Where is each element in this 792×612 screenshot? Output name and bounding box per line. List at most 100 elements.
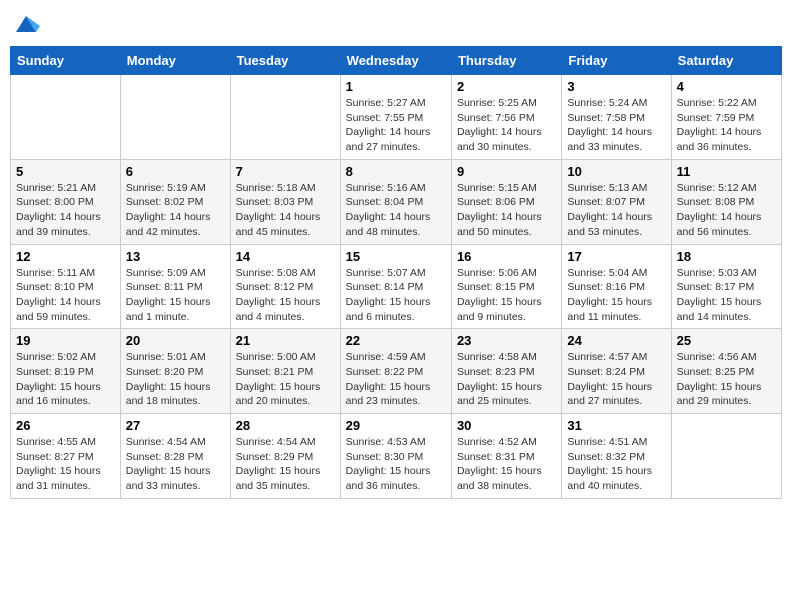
day-info: Sunrise: 5:12 AM Sunset: 8:08 PM Dayligh… [677, 181, 776, 240]
calendar-week-row: 19 Sunrise: 5:02 AM Sunset: 8:19 PM Dayli… [11, 329, 782, 414]
day-info: Sunrise: 5:21 AM Sunset: 8:00 PM Dayligh… [16, 181, 115, 240]
day-info: Sunrise: 5:07 AM Sunset: 8:14 PM Dayligh… [346, 266, 446, 325]
calendar-cell: 19 Sunrise: 5:02 AM Sunset: 8:19 PM Dayli… [11, 329, 121, 414]
calendar-cell: 2Sunrise: 5:25 AM Sunset: 7:56 PM Daylig… [451, 75, 561, 160]
calendar-cell [11, 75, 121, 160]
calendar-cell: 12 Sunrise: 5:11 AM Sunset: 8:10 PM Dayli… [11, 244, 121, 329]
day-info: Sunrise: 5:11 AM Sunset: 8:10 PM Dayligh… [16, 266, 115, 325]
day-info: Sunrise: 5:19 AM Sunset: 8:02 PM Dayligh… [126, 181, 225, 240]
calendar-cell: 8Sunrise: 5:16 AM Sunset: 8:04 PM Daylig… [340, 159, 451, 244]
day-info: Sunrise: 5:13 AM Sunset: 8:07 PM Dayligh… [567, 181, 665, 240]
day-number: 21 [236, 333, 335, 348]
day-number: 16 [457, 249, 556, 264]
calendar-cell: 3 Sunrise: 5:24 AM Sunset: 7:58 PM Daylig… [562, 75, 671, 160]
day-info: Sunrise: 5:08 AM Sunset: 8:12 PM Dayligh… [236, 266, 335, 325]
day-number: 17 [567, 249, 665, 264]
day-info: Sunrise: 5:00 AM Sunset: 8:21 PM Dayligh… [236, 350, 335, 409]
day-number: 4 [677, 79, 776, 94]
day-number: 6 [126, 164, 225, 179]
calendar-cell: 9Sunrise: 5:15 AM Sunset: 8:06 PM Daylig… [451, 159, 561, 244]
day-info: Sunrise: 5:25 AM Sunset: 7:56 PM Dayligh… [457, 96, 556, 155]
calendar-cell: 28Sunrise: 4:54 AM Sunset: 8:29 PM Dayli… [230, 414, 340, 499]
day-info: Sunrise: 4:58 AM Sunset: 8:23 PM Dayligh… [457, 350, 556, 409]
calendar-cell: 22Sunrise: 4:59 AM Sunset: 8:22 PM Dayli… [340, 329, 451, 414]
day-number: 24 [567, 333, 665, 348]
day-info: Sunrise: 5:02 AM Sunset: 8:19 PM Dayligh… [16, 350, 115, 409]
weekday-header: Wednesday [340, 47, 451, 75]
calendar-week-row: 26 Sunrise: 4:55 AM Sunset: 8:27 PM Dayli… [11, 414, 782, 499]
day-info: Sunrise: 5:18 AM Sunset: 8:03 PM Dayligh… [236, 181, 335, 240]
day-number: 7 [236, 164, 335, 179]
calendar-cell: 1 Sunrise: 5:27 AM Sunset: 7:55 PM Daylig… [340, 75, 451, 160]
calendar-header: SundayMondayTuesdayWednesdayThursdayFrid… [11, 47, 782, 75]
day-number: 25 [677, 333, 776, 348]
day-info: Sunrise: 4:56 AM Sunset: 8:25 PM Dayligh… [677, 350, 776, 409]
calendar-cell: 23 Sunrise: 4:58 AM Sunset: 8:23 PM Dayli… [451, 329, 561, 414]
day-info: Sunrise: 5:22 AM Sunset: 7:59 PM Dayligh… [677, 96, 776, 155]
calendar-cell: 6 Sunrise: 5:19 AM Sunset: 8:02 PM Daylig… [120, 159, 230, 244]
day-number: 30 [457, 418, 556, 433]
calendar-cell: 27 Sunrise: 4:54 AM Sunset: 8:28 PM Dayli… [120, 414, 230, 499]
day-number: 20 [126, 333, 225, 348]
calendar-cell: 30Sunrise: 4:52 AM Sunset: 8:31 PM Dayli… [451, 414, 561, 499]
calendar-cell: 7 Sunrise: 5:18 AM Sunset: 8:03 PM Daylig… [230, 159, 340, 244]
day-info: Sunrise: 4:57 AM Sunset: 8:24 PM Dayligh… [567, 350, 665, 409]
day-info: Sunrise: 5:15 AM Sunset: 8:06 PM Dayligh… [457, 181, 556, 240]
weekday-header: Saturday [671, 47, 781, 75]
day-number: 10 [567, 164, 665, 179]
day-info: Sunrise: 4:53 AM Sunset: 8:30 PM Dayligh… [346, 435, 446, 494]
day-number: 18 [677, 249, 776, 264]
day-info: Sunrise: 5:04 AM Sunset: 8:16 PM Dayligh… [567, 266, 665, 325]
day-number: 5 [16, 164, 115, 179]
day-number: 29 [346, 418, 446, 433]
day-number: 19 [16, 333, 115, 348]
day-number: 22 [346, 333, 446, 348]
calendar-cell: 10 Sunrise: 5:13 AM Sunset: 8:07 PM Dayli… [562, 159, 671, 244]
day-info: Sunrise: 5:01 AM Sunset: 8:20 PM Dayligh… [126, 350, 225, 409]
calendar-cell: 25 Sunrise: 4:56 AM Sunset: 8:25 PM Dayli… [671, 329, 781, 414]
day-number: 14 [236, 249, 335, 264]
day-number: 12 [16, 249, 115, 264]
calendar-cell [671, 414, 781, 499]
calendar-cell: 17 Sunrise: 5:04 AM Sunset: 8:16 PM Dayli… [562, 244, 671, 329]
weekday-header: Friday [562, 47, 671, 75]
day-info: Sunrise: 4:51 AM Sunset: 8:32 PM Dayligh… [567, 435, 665, 494]
day-info: Sunrise: 4:55 AM Sunset: 8:27 PM Dayligh… [16, 435, 115, 494]
day-number: 3 [567, 79, 665, 94]
weekday-header: Monday [120, 47, 230, 75]
day-info: Sunrise: 5:24 AM Sunset: 7:58 PM Dayligh… [567, 96, 665, 155]
calendar-table: SundayMondayTuesdayWednesdayThursdayFrid… [10, 46, 782, 499]
day-number: 27 [126, 418, 225, 433]
day-number: 13 [126, 249, 225, 264]
day-number: 26 [16, 418, 115, 433]
calendar-cell: 18 Sunrise: 5:03 AM Sunset: 8:17 PM Dayli… [671, 244, 781, 329]
day-info: Sunrise: 5:03 AM Sunset: 8:17 PM Dayligh… [677, 266, 776, 325]
calendar-week-row: 12 Sunrise: 5:11 AM Sunset: 8:10 PM Dayli… [11, 244, 782, 329]
day-number: 8 [346, 164, 446, 179]
day-info: Sunrise: 5:09 AM Sunset: 8:11 PM Dayligh… [126, 266, 225, 325]
day-number: 11 [677, 164, 776, 179]
day-info: Sunrise: 4:54 AM Sunset: 8:28 PM Dayligh… [126, 435, 225, 494]
logo [10, 10, 40, 38]
calendar-cell: 15Sunrise: 5:07 AM Sunset: 8:14 PM Dayli… [340, 244, 451, 329]
day-number: 23 [457, 333, 556, 348]
calendar-cell: 26 Sunrise: 4:55 AM Sunset: 8:27 PM Dayli… [11, 414, 121, 499]
weekday-header: Sunday [11, 47, 121, 75]
calendar-body: 1 Sunrise: 5:27 AM Sunset: 7:55 PM Daylig… [11, 75, 782, 499]
weekday-row: SundayMondayTuesdayWednesdayThursdayFrid… [11, 47, 782, 75]
calendar-cell: 13 Sunrise: 5:09 AM Sunset: 8:11 PM Dayli… [120, 244, 230, 329]
calendar-cell: 29 Sunrise: 4:53 AM Sunset: 8:30 PM Dayli… [340, 414, 451, 499]
calendar-cell: 21 Sunrise: 5:00 AM Sunset: 8:21 PM Dayli… [230, 329, 340, 414]
day-number: 28 [236, 418, 335, 433]
calendar-cell: 24 Sunrise: 4:57 AM Sunset: 8:24 PM Dayli… [562, 329, 671, 414]
calendar-cell: 16 Sunrise: 5:06 AM Sunset: 8:15 PM Dayli… [451, 244, 561, 329]
calendar-cell [230, 75, 340, 160]
calendar-cell: 14 Sunrise: 5:08 AM Sunset: 8:12 PM Dayli… [230, 244, 340, 329]
weekday-header: Tuesday [230, 47, 340, 75]
calendar-week-row: 5 Sunrise: 5:21 AM Sunset: 8:00 PM Daylig… [11, 159, 782, 244]
day-info: Sunrise: 5:27 AM Sunset: 7:55 PM Dayligh… [346, 96, 446, 155]
day-number: 1 [346, 79, 446, 94]
day-info: Sunrise: 5:06 AM Sunset: 8:15 PM Dayligh… [457, 266, 556, 325]
day-number: 31 [567, 418, 665, 433]
calendar-cell: 11 Sunrise: 5:12 AM Sunset: 8:08 PM Dayli… [671, 159, 781, 244]
